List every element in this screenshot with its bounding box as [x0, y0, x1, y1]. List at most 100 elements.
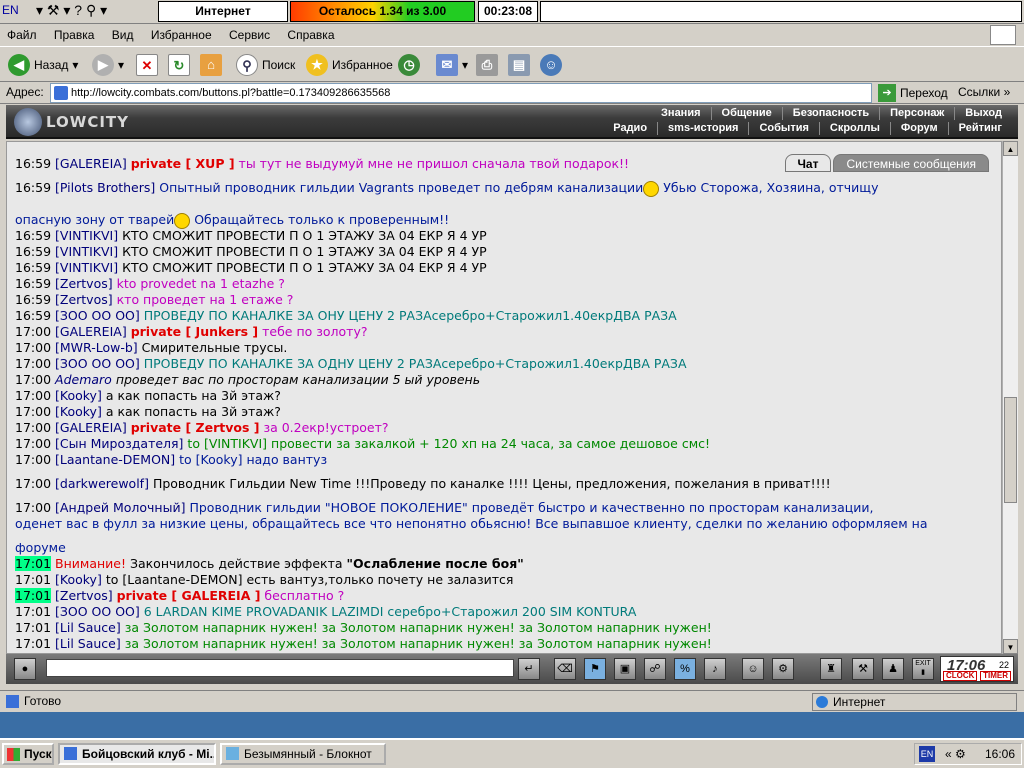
home-button[interactable]: ⌂: [200, 51, 222, 79]
message-author[interactable]: [Laantane-DEMON]: [55, 452, 175, 467]
message-time[interactable]: 17:00: [15, 324, 51, 339]
chevron-down-icon[interactable]: ▾: [72, 58, 78, 72]
message-time[interactable]: 17:00: [15, 500, 51, 515]
nav-exit[interactable]: Выход: [954, 107, 1012, 120]
message-time[interactable]: 16:59: [15, 308, 51, 323]
chevron-down-icon[interactable]: ▾: [462, 58, 468, 72]
history-button[interactable]: ◷: [398, 51, 420, 79]
message-time[interactable]: 17:01: [15, 636, 51, 651]
message-time[interactable]: 17:01: [15, 572, 51, 587]
message-author[interactable]: [darkwerewolf]: [55, 476, 149, 491]
nav-communication[interactable]: Общение: [710, 107, 782, 120]
message-author[interactable]: [VINTIKVI]: [55, 228, 118, 243]
nav-character[interactable]: Персонаж: [879, 107, 954, 120]
sound-icon[interactable]: ♪: [704, 658, 726, 680]
bag-icon[interactable]: ♜: [820, 658, 842, 680]
message-author[interactable]: [ЗОО ОО ОО]: [55, 604, 140, 619]
message-time[interactable]: 17:01: [15, 604, 51, 619]
nav-sms-history[interactable]: sms-история: [657, 122, 748, 135]
chat-scrollbar[interactable]: ▲ ▼: [1002, 141, 1018, 654]
message-author[interactable]: [Lil Sauce]: [55, 636, 121, 651]
message-time[interactable]: 17:00: [15, 388, 51, 403]
message-author[interactable]: [Pilots Brothers]: [55, 180, 155, 195]
nav-scrolls[interactable]: Скроллы: [818, 122, 890, 135]
menu-help[interactable]: Справка: [280, 24, 341, 46]
chat-menu-icon[interactable]: ●: [14, 658, 36, 680]
mail-button[interactable]: ✉ ▾: [436, 51, 468, 79]
percent-icon[interactable]: %: [674, 658, 696, 680]
go-button[interactable]: ➔ Переход: [878, 84, 948, 102]
edit-button[interactable]: ▤: [508, 51, 530, 79]
message-author[interactable]: [GALEREIA]: [55, 156, 127, 171]
people-icon[interactable]: ♟: [882, 658, 904, 680]
message-author[interactable]: [ЗОО ОО ОО]: [55, 308, 140, 323]
messenger-button[interactable]: ☺: [540, 51, 562, 79]
message-author[interactable]: [Сын Мироздателя]: [55, 436, 183, 451]
message-time[interactable]: 17:01: [15, 588, 52, 603]
run-icon[interactable]: ☍: [644, 658, 666, 680]
tray-language[interactable]: EN: [919, 746, 935, 762]
private-target[interactable]: private [ Junkers ]: [131, 324, 258, 339]
clear-icon[interactable]: ⌫: [554, 658, 576, 680]
message-time[interactable]: 17:00: [15, 452, 51, 467]
menu-tools[interactable]: Сервис: [222, 24, 277, 46]
message-time[interactable]: 17:01: [15, 620, 51, 635]
scroll-down-icon[interactable]: ▼: [1003, 639, 1018, 654]
message-time[interactable]: 16:59: [15, 292, 51, 307]
nav-knowledge[interactable]: Знания: [651, 107, 710, 120]
nav-security[interactable]: Безопасность: [781, 107, 879, 120]
private-target[interactable]: private [ XUP ]: [131, 156, 235, 171]
private-target[interactable]: private [ Zertvos ]: [131, 420, 260, 435]
message-time[interactable]: 17:00: [15, 356, 51, 371]
scroll-up-icon[interactable]: ▲: [1003, 141, 1018, 156]
settings-icon[interactable]: ⚙: [772, 658, 794, 680]
exit-icon[interactable]: EXIT ▮: [912, 658, 934, 680]
message-author[interactable]: [Kooky]: [55, 404, 102, 419]
chevron-down-icon[interactable]: ▾: [118, 58, 124, 72]
address-input[interactable]: http://lowcity.combats.com/buttons.pl?ba…: [50, 83, 872, 103]
message-author[interactable]: [MWR-Low-b]: [55, 340, 138, 355]
task-notepad[interactable]: Безымянный - Блокнот: [220, 743, 386, 765]
url-text[interactable]: http://lowcity.combats.com/buttons.pl?ba…: [71, 87, 390, 99]
timer-button[interactable]: TIMER: [980, 671, 1011, 681]
tray-icons[interactable]: « ⚙: [945, 744, 966, 764]
tools-icon[interactable]: ⚒: [852, 658, 874, 680]
message-time[interactable]: 16:59: [15, 244, 51, 259]
nav-rating[interactable]: Рейтинг: [947, 122, 1012, 135]
message-time[interactable]: 17:00: [15, 404, 51, 419]
nav-forum[interactable]: Форум: [889, 122, 948, 135]
message-author[interactable]: [Zertvos]: [55, 276, 113, 291]
message-author[interactable]: [Zertvos]: [55, 292, 113, 307]
language-indicator[interactable]: EN: [2, 1, 36, 22]
back-button[interactable]: ◀ Назад ▾: [8, 51, 78, 79]
tab-system-messages[interactable]: Системные сообщения: [833, 154, 989, 172]
message-time[interactable]: 16:59: [15, 276, 51, 291]
clock-button[interactable]: CLOCK: [943, 671, 978, 681]
message-author[interactable]: [Zertvos]: [55, 588, 113, 603]
start-button[interactable]: Пуск: [2, 743, 54, 765]
message-author[interactable]: [Kooky]: [55, 572, 102, 587]
refresh-button[interactable]: ↻: [168, 51, 190, 79]
nav-events[interactable]: События: [748, 122, 818, 135]
message-time[interactable]: 17:00: [15, 436, 51, 451]
stop-button[interactable]: ✕: [136, 51, 158, 79]
message-time[interactable]: 17:00: [15, 476, 51, 491]
print-button[interactable]: ⎙: [476, 51, 498, 79]
message-time[interactable]: 17:00: [15, 372, 51, 387]
chat-input[interactable]: [46, 659, 514, 677]
tools-icons[interactable]: ▾ ⚒ ▾ ? ⚲ ▾: [36, 1, 156, 22]
message-time[interactable]: 16:59: [15, 156, 51, 171]
send-icon[interactable]: ↵: [518, 658, 540, 680]
favorites-button[interactable]: ★ Избранное: [306, 51, 393, 79]
message-author[interactable]: [GALEREIA]: [55, 324, 127, 339]
menu-file[interactable]: Файл: [0, 24, 44, 46]
message-time[interactable]: 16:59: [15, 180, 51, 195]
message-time[interactable]: 16:59: [15, 228, 51, 243]
message-author[interactable]: [Kooky]: [55, 388, 102, 403]
smile-icon[interactable]: ☺: [742, 658, 764, 680]
message-author[interactable]: Ademaro: [55, 372, 112, 387]
links-button[interactable]: Ссылки »: [958, 85, 1010, 99]
scroll-thumb[interactable]: [1004, 397, 1017, 503]
message-author[interactable]: [ЗОО ОО ОО]: [55, 356, 140, 371]
tab-chat[interactable]: Чат: [784, 154, 832, 172]
